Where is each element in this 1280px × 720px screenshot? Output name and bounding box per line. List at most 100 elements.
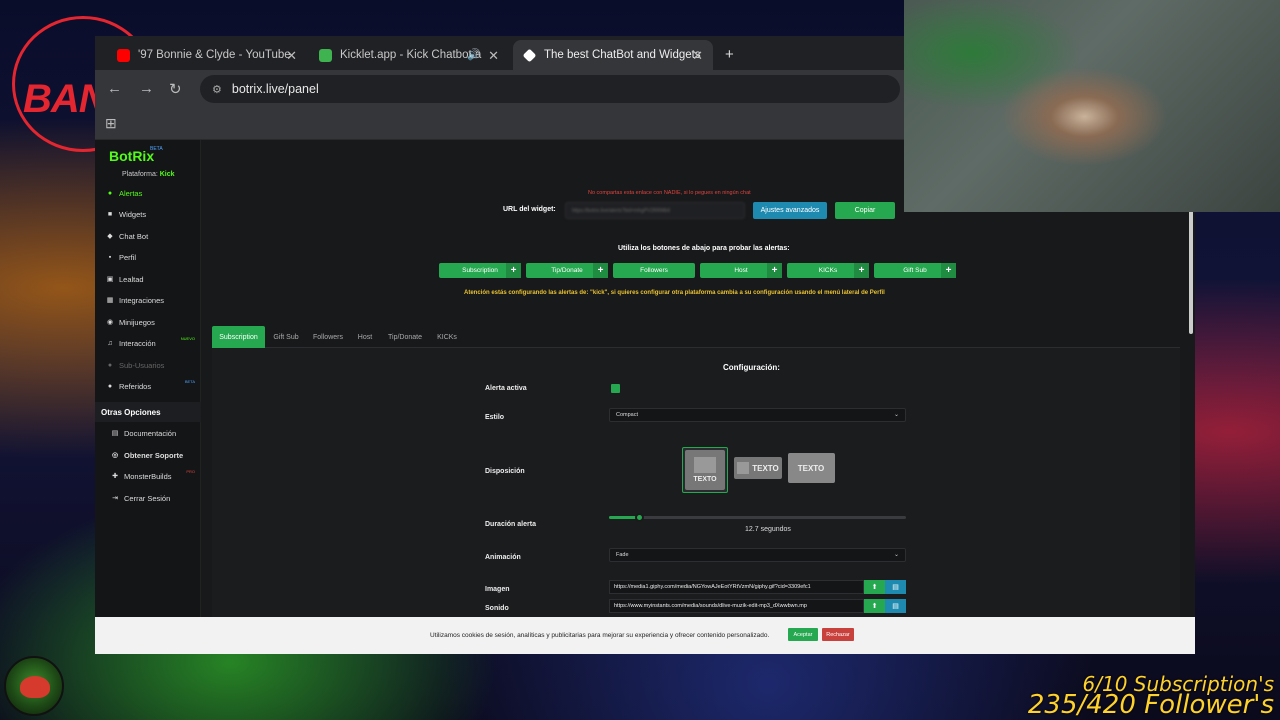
cookie-accept-button[interactable]: Aceptar xyxy=(788,628,818,641)
test-subscription-button[interactable]: Subscription + xyxy=(439,263,521,278)
layout-option-horizontal[interactable]: TEXTO xyxy=(734,448,782,488)
layout-text: TEXTO xyxy=(797,463,825,473)
cookie-banner: Utilizamos cookies de sesión, analíticas… xyxy=(95,617,1195,654)
botrix-panel: BotRix BETA Plataforma: Kick ● Alertas ■… xyxy=(95,140,1195,654)
forward-icon[interactable]: → xyxy=(139,80,154,97)
gallery-icon: ▤ xyxy=(892,603,899,610)
test-followers-button[interactable]: Followers xyxy=(613,263,695,278)
back-icon[interactable]: ← xyxy=(107,80,122,97)
plug-icon: ▦ xyxy=(106,297,114,304)
duration-value: 12.7 xyxy=(745,526,759,533)
sound-url-input[interactable]: https://www.myinstants.com/media/sounds/… xyxy=(609,599,864,613)
config-title: Configuración: xyxy=(723,363,780,372)
url-input[interactable]: ⚙ botrix.live/panel xyxy=(200,75,900,103)
sidebar-item-label: Lealtad xyxy=(119,274,144,284)
sidebar-item-label: Cerrar Sesión xyxy=(124,493,171,503)
gallery-image-button[interactable]: ▤ xyxy=(885,580,906,594)
animation-select[interactable]: Fade ⌄ xyxy=(609,548,906,562)
image-icon xyxy=(694,457,716,473)
plus-icon: + xyxy=(767,263,782,278)
tab-host[interactable]: Host xyxy=(351,326,379,348)
sidebar-item-sub-usuarios[interactable]: ● Sub-Usuarios xyxy=(95,355,201,375)
layout-option-overlay[interactable]: TEXTO xyxy=(787,448,835,488)
sidebar-item-monsterbuilds[interactable]: ✚ MonsterBuilds PRO xyxy=(95,466,201,486)
active-checkbox[interactable] xyxy=(611,384,620,393)
apps-grid-icon[interactable]: ⊞ xyxy=(105,115,117,132)
sidebar-item-perfil[interactable]: ▪ Perfil xyxy=(95,247,201,267)
image-url-input[interactable]: https://media1.giphy.com/media/NGYowAJeE… xyxy=(609,580,864,594)
copy-button[interactable]: Copiar xyxy=(835,202,895,219)
sidebar-item-interaccion[interactable]: ♫ Interacción NUEVO xyxy=(95,333,201,353)
sidebar-item-label: Obtener Soporte xyxy=(124,450,184,460)
duration-slider-handle[interactable] xyxy=(634,513,644,522)
test-tip-button[interactable]: Tip/Donate + xyxy=(526,263,608,278)
gallery-sound-button[interactable]: ▤ xyxy=(885,599,906,613)
plus-icon: + xyxy=(593,263,608,278)
layout-thumb: TEXTO xyxy=(685,450,725,490)
test-hint: Utiliza los botones de abajo para probar… xyxy=(618,245,790,252)
tab-subscription[interactable]: Subscription xyxy=(212,326,265,348)
sidebar-item-documentacion[interactable]: ▤ Documentación xyxy=(95,423,201,443)
sidebar-item-chat-bot[interactable]: ◆ Chat Bot xyxy=(95,226,201,246)
test-gift-sub-button[interactable]: Gift Sub + xyxy=(874,263,956,278)
sidebar-item-referidos[interactable]: ● Referidos BETA xyxy=(95,376,201,396)
grid-icon: ■ xyxy=(107,210,113,218)
close-icon[interactable]: ✕ xyxy=(488,48,499,64)
layout-thumb: TEXTO xyxy=(787,453,835,483)
style-select[interactable]: Compact ⌄ xyxy=(609,408,906,422)
tool-icon: ✚ xyxy=(112,473,118,480)
tab-followers[interactable]: Followers xyxy=(307,326,349,348)
tab-title: The best ChatBot and Widgets xyxy=(544,49,701,61)
upload-sound-button[interactable]: ⬆ xyxy=(864,599,885,613)
tab-kicklet[interactable]: Kicklet.app - Kick Chatbot a 🔊 ✕ xyxy=(309,40,509,70)
sidebar-item-label: Referidos xyxy=(119,381,152,391)
sidebar-item-alertas[interactable]: ● Alertas xyxy=(95,183,201,203)
sidebar-item-label: Documentación xyxy=(124,428,177,438)
tab-title: Kicklet.app - Kick Chatbot a xyxy=(340,49,482,61)
sidebar-item-lealtad[interactable]: ▣ Lealtad xyxy=(95,269,201,289)
cookie-reject-button[interactable]: Rechazar xyxy=(822,628,854,641)
site-info-icon[interactable]: ⚙ xyxy=(212,83,222,96)
beta-badge: BETA xyxy=(184,379,195,384)
sidebar-item-cerrar-sesion[interactable]: ⇥ Cerrar Sesión xyxy=(95,488,201,508)
url-text: botrix.live/panel xyxy=(231,82,319,96)
layout-option-vertical[interactable]: TEXTO xyxy=(682,447,728,493)
upload-image-button[interactable]: ⬆ xyxy=(864,580,885,594)
test-button-label: Tip/Donate xyxy=(551,267,583,274)
layout-text: TEXTO xyxy=(693,476,717,483)
user-icon: ▪ xyxy=(108,253,112,261)
widget-url-label: URL del widget: xyxy=(503,206,556,213)
advanced-settings-button[interactable]: Ajustes avanzados xyxy=(753,202,827,219)
sidebar: BotRix BETA Plataforma: Kick ● Alertas ■… xyxy=(95,140,201,654)
style-value: Compact xyxy=(616,412,639,418)
tab-youtube[interactable]: '97 Bonnie & Clyde - YouTube ✕ xyxy=(107,40,307,70)
new-tab-icon[interactable]: + xyxy=(725,46,734,63)
platform-label: Plataforma: xyxy=(122,171,158,178)
duration-slider[interactable] xyxy=(609,513,906,522)
sidebar-item-widgets[interactable]: ■ Widgets xyxy=(95,204,201,224)
sidebar-item-label: Widgets xyxy=(119,209,147,219)
tab-kicks[interactable]: KICKs xyxy=(431,326,463,348)
sidebar-item-soporte[interactable]: ◎ Obtener Soporte xyxy=(95,445,201,465)
tab-botrix[interactable]: The best ChatBot and Widgets ✕ xyxy=(513,40,713,70)
sidebar-item-label: Chat Bot xyxy=(119,231,149,241)
sidebar-item-integraciones[interactable]: ▦ Integraciones xyxy=(95,290,201,310)
test-button-label: Gift Sub xyxy=(903,267,927,274)
robot-icon: ◆ xyxy=(107,233,113,240)
tab-gift-sub[interactable]: Gift Sub xyxy=(267,326,305,348)
speaker-icon[interactable]: 🔊 xyxy=(467,48,481,61)
close-icon[interactable]: ✕ xyxy=(692,48,703,64)
botrix-logo[interactable]: BotRix xyxy=(109,148,154,164)
pro-badge: PRO xyxy=(186,469,195,474)
close-icon[interactable]: ✕ xyxy=(286,48,297,64)
share-warning: No compartas esta enlace con NADIE, si l… xyxy=(588,190,751,196)
beta-badge: BETA xyxy=(150,146,163,152)
reload-icon[interactable]: ↻ xyxy=(169,80,182,98)
test-kicks-button[interactable]: KICKs + xyxy=(787,263,869,278)
image-icon xyxy=(737,462,750,474)
widget-url-input[interactable]: https://botrix.live/alerts?bid=mhgPV2RRM… xyxy=(565,202,745,219)
tab-tip-donate[interactable]: Tip/Donate xyxy=(381,326,429,348)
sidebar-item-label: Minijuegos xyxy=(119,317,155,327)
sidebar-item-minijuegos[interactable]: ◉ Minijuegos xyxy=(95,312,201,332)
test-host-button[interactable]: Host + xyxy=(700,263,782,278)
